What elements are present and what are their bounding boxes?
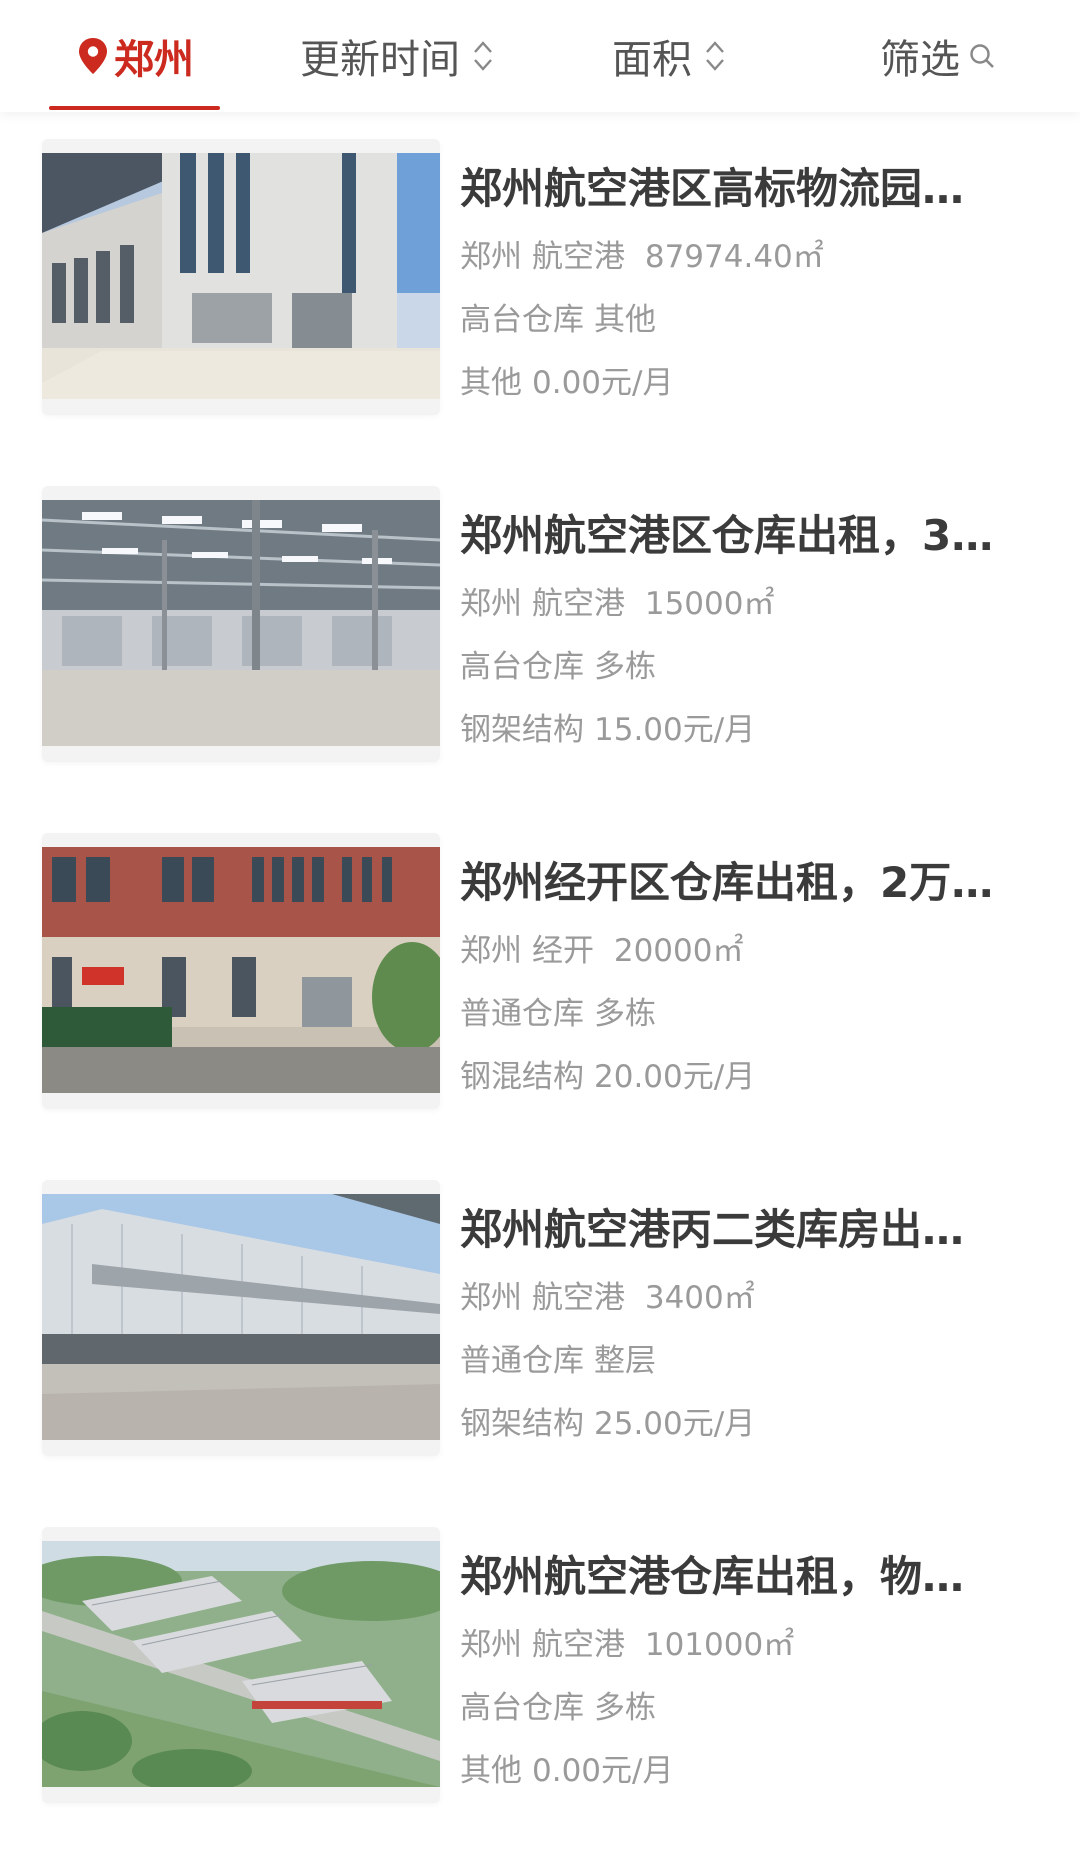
listing-floor: 其他 [594,302,656,338]
listing-item[interactable]: 郑州航空港仓库出租，物… 郑州 航空港 101000㎡ 高台仓库 多栋 其他 0.00… [0,1527,1080,1827]
building-photo [42,847,440,1093]
listing-structure: 其他 [460,365,522,401]
listing-thumbnail[interactable] [42,139,440,415]
listing-location-area: 郑州 航空港 101000㎡ [460,1625,1040,1665]
listing-structure: 其他 [460,1753,522,1789]
listing-item[interactable]: 郑州航空港区高标物流园… 郑州 航空港 87974.40㎡ 高台仓库 其他 其他 0.… [0,139,1080,439]
listing-structure-price: 其他 0.00元/月 [460,1751,1040,1791]
listing-type: 高台仓库 [460,302,584,338]
listing-thumbnail[interactable] [42,833,440,1109]
listing-city: 郑州 [460,1280,522,1316]
sort-icon [706,41,724,71]
listing-item[interactable]: 郑州经开区仓库出租，2万… 郑州 经开 20000㎡ 普通仓库 多栋 钢混结构 20.… [0,833,1080,1133]
tab-filter[interactable]: 筛选 [880,0,996,112]
listing-location-area: 郑州 航空港 15000㎡ [460,584,1040,624]
listing-type: 普通仓库 [460,1343,584,1379]
listing-floor: 整层 [594,1343,656,1379]
listing-thumbnail[interactable] [42,1180,440,1456]
listing-type-floor: 高台仓库 多栋 [460,1688,1040,1728]
listing-item[interactable]: 郑州航空港区仓库出租，3… 郑州 航空港 15000㎡ 高台仓库 多栋 钢架结构 15… [0,486,1080,786]
search-icon [970,44,994,68]
listing-structure: 钢架结构 [460,712,584,748]
location-label: 郑州 [114,37,194,83]
listing-type: 普通仓库 [460,996,584,1032]
listing-structure-price: 钢架结构 25.00元/月 [460,1404,1040,1444]
listing-thumbnail[interactable] [42,1527,440,1803]
listing-title[interactable]: 郑州经开区仓库出租，2万… [460,855,1030,911]
listing-area: 15000㎡ [644,586,775,622]
listing-floor: 多栋 [594,649,656,685]
listing-city: 郑州 [460,239,522,275]
listing-structure: 钢架结构 [460,1406,584,1442]
listing-thumbnail[interactable] [42,486,440,762]
listing-area: 87974.40㎡ [644,239,824,275]
listing-district: 经开 [532,933,594,969]
listing-district: 航空港 [532,1627,625,1663]
listing-area: 101000㎡ [644,1627,795,1663]
listing-price: 0.00元/月 [532,365,674,401]
listing-structure-price: 钢架结构 15.00元/月 [460,710,1040,750]
listing-type-floor: 普通仓库 整层 [460,1341,1040,1381]
listing-floor: 多栋 [594,996,656,1032]
listing-price: 25.00元/月 [594,1406,756,1442]
listing-area: 3400㎡ [644,1280,755,1316]
listing-location-area: 郑州 经开 20000㎡ [460,931,1040,971]
listing-city: 郑州 [460,1627,522,1663]
tab-location[interactable]: 郑州 [76,0,194,112]
aerial-rendering-photo [42,1541,440,1787]
area-label: 面积 [612,37,692,83]
listing-structure-price: 其他 0.00元/月 [460,363,1040,403]
listing-title[interactable]: 郑州航空港丙二类库房出… [460,1202,1030,1258]
listing-title[interactable]: 郑州航空港仓库出租，物… [460,1549,1030,1605]
warehouse-interior-photo [42,500,440,746]
listing-title[interactable]: 郑州航空港区高标物流园… [460,161,1030,217]
sort-icon [474,41,492,71]
filter-label: 筛选 [880,37,960,83]
building-photo [42,153,440,399]
tab-update-time[interactable]: 更新时间 [300,0,494,112]
filter-bar: 郑州 更新时间 面积 筛选 [0,0,1080,112]
listing-item[interactable]: 郑州航空港丙二类库房出… 郑州 航空港 3400㎡ 普通仓库 整层 钢架结构 25.0… [0,1180,1080,1480]
listing-price: 20.00元/月 [594,1059,756,1095]
listing-price: 15.00元/月 [594,712,756,748]
listing-location-area: 郑州 航空港 3400㎡ [460,1278,1040,1318]
listing-structure-price: 钢混结构 20.00元/月 [460,1057,1040,1097]
listing-district: 航空港 [532,1280,625,1316]
listing-type: 高台仓库 [460,649,584,685]
active-tab-underline [49,106,220,110]
location-pin-icon [79,38,107,74]
listing-floor: 多栋 [594,1690,656,1726]
listing-location-area: 郑州 航空港 87974.40㎡ [460,237,1040,277]
listing-city: 郑州 [460,933,522,969]
listing-type-floor: 高台仓库 多栋 [460,647,1040,687]
update-time-label: 更新时间 [300,37,460,83]
warehouse-exterior-photo [42,1194,440,1440]
listing-price: 0.00元/月 [532,1753,674,1789]
listing-type-floor: 普通仓库 多栋 [460,994,1040,1034]
listing-type: 高台仓库 [460,1690,584,1726]
listing-structure: 钢混结构 [460,1059,584,1095]
tab-area[interactable]: 面积 [612,0,726,112]
listing-district: 航空港 [532,586,625,622]
listing-type-floor: 高台仓库 其他 [460,300,1040,340]
listing-area: 20000㎡ [613,933,744,969]
listing-title[interactable]: 郑州航空港区仓库出租，3… [460,508,1030,564]
listing-district: 航空港 [532,239,625,275]
listing-city: 郑州 [460,586,522,622]
